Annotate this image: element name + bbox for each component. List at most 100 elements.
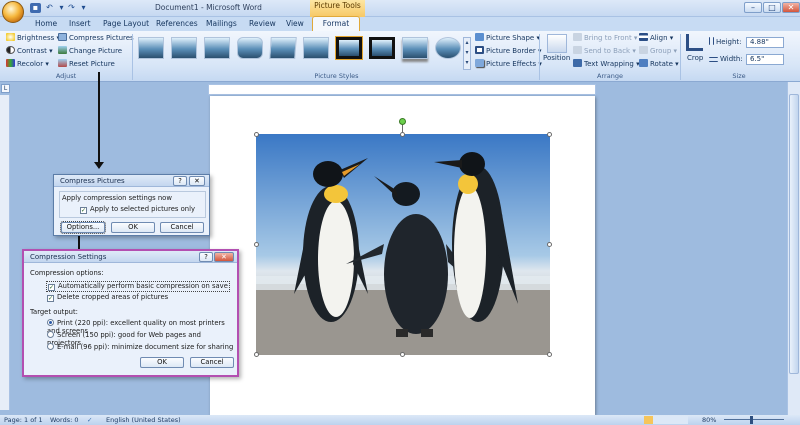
tab-page-layout[interactable]: Page Layout xyxy=(98,17,154,31)
vertical-ruler[interactable] xyxy=(0,95,10,410)
cancel-button[interactable]: Cancel xyxy=(190,357,234,368)
dialog-close-button[interactable]: ✕ xyxy=(214,252,234,262)
send-to-back-button[interactable]: Send to Back ▾ xyxy=(573,46,636,57)
picture-style-thumb[interactable] xyxy=(402,37,428,59)
picture-style-thumb[interactable] xyxy=(303,37,329,59)
styles-scroll[interactable]: ▴ ▾ ▾ xyxy=(463,37,471,70)
picture-shape-button[interactable]: Picture Shape ▾ xyxy=(475,33,540,44)
checkbox[interactable]: ✓ xyxy=(47,295,54,302)
tab-references[interactable]: References xyxy=(151,17,203,31)
radio-button[interactable] xyxy=(47,319,54,326)
ruler-tab-selector[interactable]: L xyxy=(1,84,10,93)
reset-picture-button[interactable]: Reset Picture xyxy=(58,59,115,70)
picture-style-thumb[interactable] xyxy=(435,37,461,59)
compression-options-label: Compression options: xyxy=(30,269,104,277)
picture-effects-button[interactable]: Picture Effects ▾ xyxy=(475,59,542,70)
adjust-group-label: Adjust xyxy=(55,72,77,80)
vertical-scrollbar[interactable] xyxy=(787,82,800,415)
apply-selected-checkbox-row[interactable]: ✓ Apply to selected pictures only xyxy=(80,205,195,214)
chevron-down-icon[interactable]: ▾ xyxy=(78,3,89,13)
cancel-button[interactable]: Cancel xyxy=(160,222,204,233)
radio-button[interactable] xyxy=(47,343,54,350)
contrast-button[interactable]: Contrast ▾ xyxy=(6,46,53,57)
brightness-button[interactable]: Brightness ▾ xyxy=(6,33,60,44)
language-indicator[interactable]: English (United States) xyxy=(106,415,181,425)
penguins-picture[interactable] xyxy=(256,134,550,355)
resize-handle[interactable] xyxy=(254,242,259,247)
tab-home[interactable]: Home xyxy=(30,17,62,31)
email-radio-row[interactable]: E-mail (96 ppi): minimize document size … xyxy=(47,343,233,351)
title-bar xyxy=(0,0,800,17)
checkbox[interactable]: ✓ xyxy=(48,284,55,291)
resize-handle[interactable] xyxy=(254,132,259,137)
crop-icon[interactable] xyxy=(686,34,703,51)
picture-style-thumb[interactable] xyxy=(269,37,297,59)
ok-button[interactable]: OK xyxy=(111,222,155,233)
ok-button[interactable]: OK xyxy=(140,357,184,368)
help-button[interactable]: ? xyxy=(199,252,213,262)
rotate-handle-stem xyxy=(402,124,403,133)
group-icon xyxy=(639,46,648,54)
minimize-button[interactable]: – xyxy=(744,2,762,13)
zoom-slider[interactable] xyxy=(724,419,784,420)
delete-cropped-checkbox-row[interactable]: ✓ Delete cropped areas of pictures xyxy=(47,293,168,302)
redo-icon[interactable]: ↷ xyxy=(66,3,77,13)
radio-button[interactable] xyxy=(47,331,54,338)
rotate-handle[interactable] xyxy=(399,118,406,125)
help-button[interactable]: ? xyxy=(173,176,187,186)
effects-icon xyxy=(475,59,484,67)
tab-insert[interactable]: Insert xyxy=(64,17,96,31)
group-button[interactable]: Group ▾ xyxy=(639,46,677,57)
send-back-icon xyxy=(573,46,582,54)
crop-button[interactable]: Crop xyxy=(687,53,703,64)
resize-handle[interactable] xyxy=(547,242,552,247)
picture-style-thumb[interactable] xyxy=(138,37,164,59)
resize-handle[interactable] xyxy=(400,352,405,357)
compress-pictures-button[interactable]: Compress Pictures xyxy=(58,33,134,44)
tab-format[interactable]: Format xyxy=(312,16,360,31)
align-icon xyxy=(639,33,648,41)
picture-style-thumb[interactable] xyxy=(171,37,197,59)
picture-border-button[interactable]: Picture Border ▾ xyxy=(475,46,542,57)
proofing-icon[interactable]: ✓ xyxy=(87,415,92,425)
picture-styles-group-label: Picture Styles xyxy=(314,72,359,80)
border-icon xyxy=(475,46,484,54)
zoom-level[interactable]: 80% xyxy=(702,415,716,425)
scrollbar-thumb[interactable] xyxy=(789,94,799,374)
save-icon[interactable]: ▪ xyxy=(30,3,41,13)
options-button[interactable]: Options... xyxy=(60,221,106,234)
picture-style-thumb[interactable] xyxy=(237,37,263,59)
rotate-button[interactable]: Rotate ▾ xyxy=(639,59,679,70)
dialog-close-button[interactable]: ✕ xyxy=(189,176,205,186)
height-input[interactable]: 4.88" xyxy=(746,37,784,48)
width-input[interactable]: 6.5" xyxy=(746,54,784,65)
office-button[interactable] xyxy=(2,1,24,23)
undo-icon[interactable]: ↶ xyxy=(44,3,55,13)
picture-style-thumb-selected[interactable] xyxy=(335,36,363,60)
page-count[interactable]: Page: 1 of 1 xyxy=(4,415,43,425)
zoom-slider-thumb[interactable] xyxy=(750,416,753,424)
position-icon[interactable] xyxy=(547,34,567,53)
picture-style-thumb[interactable] xyxy=(369,37,395,59)
auto-compress-checkbox-row[interactable]: ✓ Automatically perform basic compression… xyxy=(46,281,230,292)
maximize-button[interactable]: □ xyxy=(763,2,781,13)
tab-view[interactable]: View xyxy=(281,17,309,31)
resize-handle[interactable] xyxy=(547,352,552,357)
resize-handle[interactable] xyxy=(254,352,259,357)
bring-to-front-button[interactable]: Bring to Front ▾ xyxy=(573,33,637,44)
horizontal-ruler[interactable] xyxy=(208,84,596,95)
tab-review[interactable]: Review xyxy=(244,17,281,31)
word-count[interactable]: Words: 0 xyxy=(50,415,79,425)
tab-mailings[interactable]: Mailings xyxy=(201,17,242,31)
align-button[interactable]: Align ▾ xyxy=(639,33,673,44)
close-button[interactable]: ✕ xyxy=(782,2,800,13)
picture-icon xyxy=(58,46,67,54)
checkbox[interactable]: ✓ xyxy=(80,207,87,214)
picture-style-thumb[interactable] xyxy=(204,37,230,59)
view-buttons[interactable] xyxy=(644,416,688,424)
resize-handle[interactable] xyxy=(547,132,552,137)
position-button[interactable]: Position xyxy=(543,53,570,64)
text-wrapping-button[interactable]: Text Wrapping ▾ xyxy=(573,59,640,70)
change-picture-button[interactable]: Change Picture xyxy=(58,46,122,57)
recolor-button[interactable]: Recolor ▾ xyxy=(6,59,49,70)
